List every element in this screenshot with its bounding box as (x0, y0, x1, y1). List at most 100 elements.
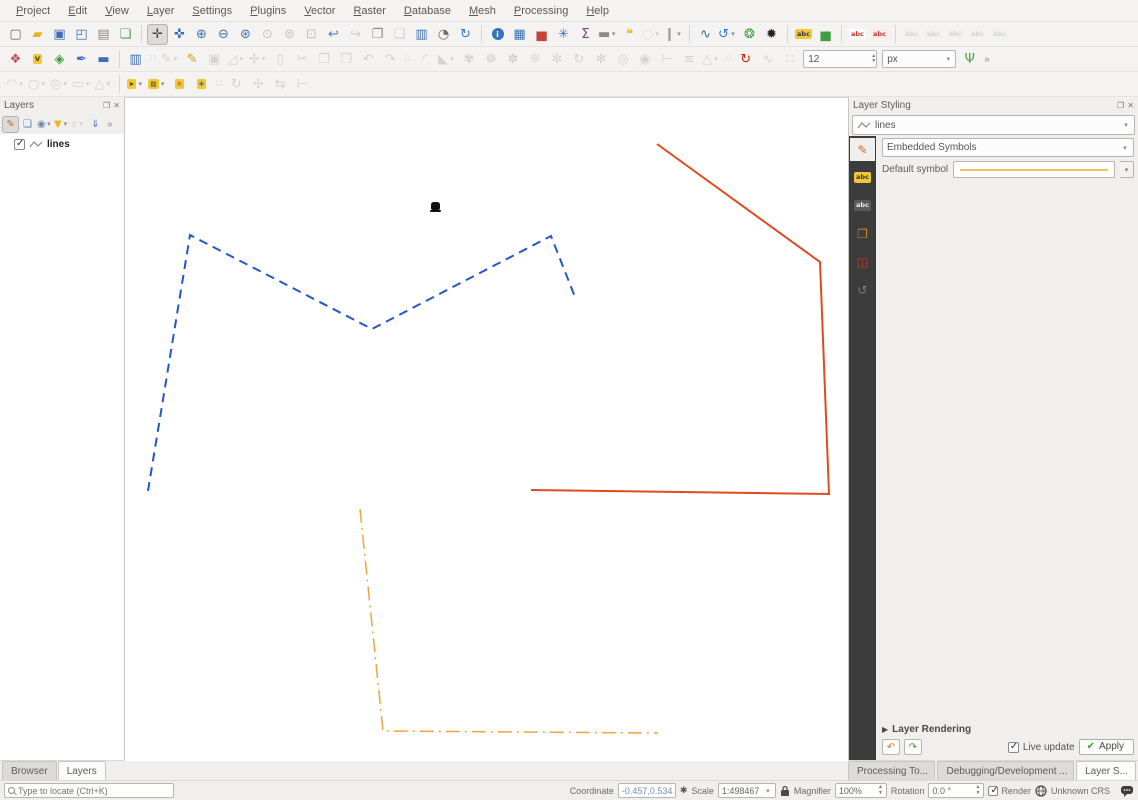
vertex-tool-icon[interactable]: ◣▾ (436, 49, 457, 70)
coordinate-input[interactable]: -0.457,0.534 (618, 783, 676, 798)
tab-browser[interactable]: Browser (2, 761, 57, 780)
circular-string-icon[interactable]: ◠▾ (5, 74, 26, 95)
refresh-map-icon[interactable]: ↻ (455, 24, 476, 45)
processing-history-icon[interactable]: ↺▾ (717, 24, 738, 45)
toolbar-overflow-button[interactable]: » (981, 54, 993, 65)
tab-processing-to[interactable]: Processing To... (848, 761, 935, 780)
draw-circle-icon[interactable]: ○▾ (27, 74, 48, 95)
render-checkbox[interactable] (988, 786, 998, 796)
rotate-point-symbols-icon[interactable]: ↻ (226, 74, 247, 95)
modify-attributes-icon[interactable]: ≡ (678, 49, 699, 70)
filter-legend-icon[interactable]: ▼▾ (53, 116, 70, 133)
live-update-checkbox[interactable] (1008, 742, 1019, 753)
styling-layer-select[interactable]: lines ▾ (852, 115, 1135, 135)
font-unit-combo[interactable]: px▾ (882, 50, 956, 68)
extents-toggle-icon[interactable]: ✱ (680, 786, 688, 796)
labels-tab[interactable]: abc (850, 166, 875, 189)
show-bookmarks-icon[interactable]: ▥ (411, 24, 432, 45)
current-edits-icon[interactable]: ✎▾ (160, 49, 181, 70)
save-project-icon[interactable]: ▣ (49, 24, 70, 45)
locator-input[interactable] (18, 786, 170, 796)
first-aid-debug-icon[interactable]: ✹ (761, 24, 782, 45)
new-print-layout-icon[interactable]: ▤ (93, 24, 114, 45)
merge-attributes-icon[interactable]: ✼ (546, 49, 567, 70)
delete-selected-icon[interactable]: ▯ (270, 49, 291, 70)
python-console-icon[interactable]: ∿ (695, 24, 716, 45)
layer-visibility-checkbox[interactable] (14, 139, 25, 150)
zoom-native-icon[interactable]: ⊡ (301, 24, 322, 45)
add-vector-layer-icon[interactable]: V (27, 49, 48, 70)
menu-help[interactable]: Help (578, 3, 617, 19)
symbol-dropdown-button[interactable]: ▾ (1120, 161, 1134, 178)
pin-labels-icon[interactable]: abc (847, 24, 868, 45)
draw-regular-polygon-icon[interactable]: △▾ (93, 74, 114, 95)
expand-collapse-all-icon[interactable]: ⇓ (87, 116, 104, 133)
undo-icon[interactable]: ↶ (358, 49, 379, 70)
toolbar-handle[interactable]: ∷ (150, 54, 156, 64)
select-by-location-icon[interactable]: ✚ (191, 74, 212, 95)
layers-overflow-button[interactable]: » (104, 119, 116, 130)
close-icon[interactable]: ✕ (113, 101, 120, 110)
deselect-features-icon[interactable]: ✕ (169, 74, 190, 95)
discard-edits-icon[interactable]: ↻ (735, 49, 756, 70)
show-label-callouts-icon[interactable]: abc (923, 24, 944, 45)
lock-icon[interactable] (780, 785, 790, 797)
map-tips-icon[interactable]: ❝ (619, 24, 640, 45)
manage-map-themes-icon[interactable]: ◉▾ (36, 116, 53, 133)
redo-icon[interactable]: ↷ (380, 49, 401, 70)
style-undo-button[interactable]: ↶ (882, 739, 900, 755)
open-layer-styling-icon[interactable]: ✎ (2, 116, 19, 133)
measure-line-icon[interactable]: ▬▾ (597, 24, 618, 45)
menu-vector[interactable]: Vector (296, 3, 343, 19)
live-update-toggle[interactable]: Live update (1008, 742, 1075, 753)
menu-mesh[interactable]: Mesh (461, 3, 504, 19)
render-toggle[interactable]: Render (988, 786, 1031, 796)
symbology-tab[interactable]: ✎ (850, 138, 875, 161)
3d-view-tab[interactable]: ❒ (850, 222, 875, 245)
qgis-plugin-icon[interactable]: ❂ (739, 24, 760, 45)
masks-tab[interactable]: abc (850, 194, 875, 217)
new-3d-map-view-icon[interactable]: ❑ (389, 24, 410, 45)
menu-settings[interactable]: Settings (184, 3, 240, 19)
scale-combo[interactable]: 1:498467 ▾ (718, 783, 776, 798)
reverse-line-icon[interactable]: ⇆ (270, 74, 291, 95)
toolbar-handle[interactable]: ∷ (405, 54, 411, 64)
vertex-editor-icon[interactable]: ∿ (757, 49, 778, 70)
crs-globe-icon[interactable] (1035, 785, 1047, 797)
new-memory-layer-icon[interactable]: ▥ (125, 49, 146, 70)
draw-rectangle-icon[interactable]: ▭▾ (71, 74, 92, 95)
offset-point-symbols-icon[interactable]: ✢ (248, 74, 269, 95)
default-symbol-preview[interactable] (953, 161, 1115, 178)
menu-project[interactable]: Project (8, 3, 58, 19)
text-annotation-icon[interactable]: ❙▾ (663, 24, 684, 45)
font-size-spin[interactable]: 12▲▼ (803, 50, 877, 68)
dash-space-pattern-icon[interactable]: ∷ (779, 49, 800, 70)
close-icon[interactable]: ✕ (1127, 101, 1134, 110)
save-project-as-icon[interactable]: ◰ (71, 24, 92, 45)
offset-curve-icon[interactable]: ⊢ (656, 49, 677, 70)
reshape-features-icon[interactable]: ✾ (458, 49, 479, 70)
select-by-value-icon[interactable]: ▤▾ (147, 74, 168, 95)
new-map-view-icon[interactable]: ❐ (367, 24, 388, 45)
undock-icon[interactable]: ❐ (1117, 101, 1124, 110)
save-layer-edits-icon[interactable]: ▣ (204, 49, 225, 70)
new-geopackage-layer-icon[interactable]: ◈ (49, 49, 70, 70)
split-parts-icon[interactable]: ✽ (502, 49, 523, 70)
zoom-out-icon[interactable]: ⊖ (213, 24, 234, 45)
new-annotation-icon[interactable]: ◌▾ (641, 24, 662, 45)
zoom-next-icon[interactable]: ↪ (345, 24, 366, 45)
locator-search[interactable] (4, 783, 174, 798)
new-shapefile-layer-icon[interactable]: ✒ (71, 49, 92, 70)
style-manager-icon[interactable]: ❏ (115, 24, 136, 45)
tab-debugging-development[interactable]: Debugging/Development ... (937, 761, 1074, 780)
new-virtual-layer-icon[interactable]: ▬ (93, 49, 114, 70)
copy-features-icon[interactable]: ❐ (314, 49, 335, 70)
zoom-full-icon[interactable]: ⊛ (235, 24, 256, 45)
crs-label[interactable]: Unknown CRS (1051, 786, 1110, 796)
menu-database[interactable]: Database (396, 3, 459, 19)
show-statistics-icon[interactable]: Σ (575, 24, 596, 45)
plant-symbol-icon[interactable]: Ψ (959, 49, 980, 70)
toggle-editing-icon[interactable]: ✎ (182, 49, 203, 70)
map-canvas[interactable] (125, 97, 848, 760)
cut-features-icon[interactable]: ✂ (292, 49, 313, 70)
